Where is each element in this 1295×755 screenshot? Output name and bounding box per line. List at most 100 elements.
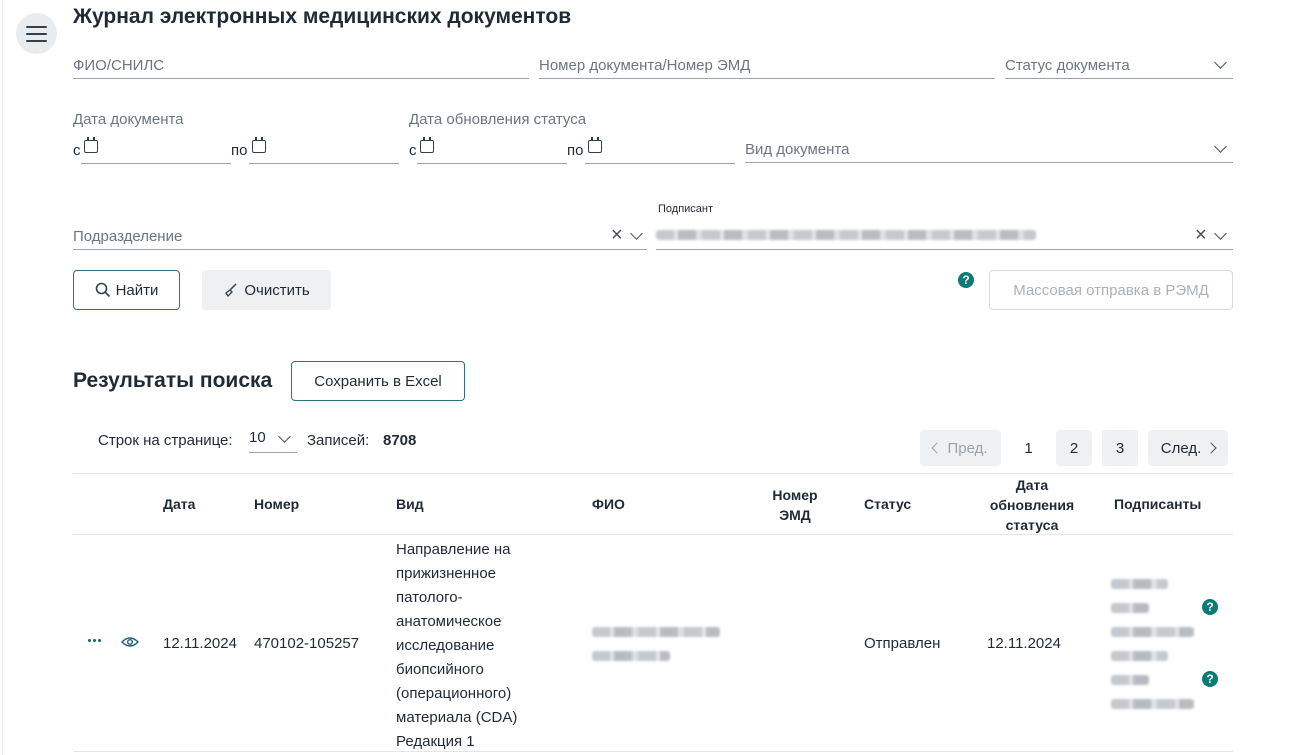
doc-date-to-prefix: по — [231, 142, 248, 159]
clear-button[interactable]: Очистить — [202, 270, 331, 310]
rows-per-page-select[interactable]: 10 — [249, 428, 297, 453]
row-signer-redacted — [1111, 699, 1194, 709]
status-date-label: Дата обновления статуса — [409, 111, 587, 128]
chevron-left-icon — [931, 442, 944, 454]
next-page-button[interactable]: След. — [1148, 430, 1228, 466]
broom-icon — [225, 283, 237, 298]
more-dots-icon[interactable] — [88, 636, 104, 644]
header-signers[interactable]: Подписанты — [1114, 494, 1201, 514]
chevron-right-icon — [1205, 442, 1217, 454]
page-button-3[interactable]: 3 — [1102, 430, 1138, 466]
doc-date-to-input[interactable] — [249, 137, 399, 164]
row-status-date: 12.11.2024 — [987, 635, 1061, 652]
fio-input[interactable]: ФИО/СНИЛС — [73, 50, 529, 79]
records-count: 8708 — [383, 432, 417, 449]
chevron-down-icon — [1214, 140, 1227, 153]
rows-per-page-label: Строк на странице: — [98, 432, 233, 449]
export-excel-button[interactable]: Сохранить в Excel — [291, 361, 465, 401]
status-date-to-prefix: по — [567, 142, 584, 159]
close-icon[interactable]: × — [611, 225, 623, 245]
calendar-icon[interactable] — [84, 137, 98, 153]
status-select[interactable]: Статус документа — [1005, 50, 1233, 79]
row-status: Отправлен — [864, 635, 941, 652]
row-date: 12.11.2024 — [163, 635, 237, 652]
calendar-icon[interactable] — [252, 137, 266, 153]
table-row-border — [73, 751, 1233, 752]
row-type-line: прижизненное — [396, 565, 497, 582]
prev-page-button[interactable]: Пред. — [920, 430, 1001, 466]
chevron-down-icon — [1214, 227, 1227, 240]
row-type: Направление на прижизненное патолого- ан… — [396, 538, 566, 754]
search-button-label: Найти — [115, 281, 159, 299]
rows-per-page-value: 10 — [249, 429, 266, 446]
row-type-line: материала (CDA) — [396, 709, 518, 726]
signer-label: Подписант — [658, 203, 714, 215]
status-date-to-input[interactable] — [585, 137, 735, 164]
header-status-date[interactable]: Дата обновления статуса — [980, 475, 1084, 535]
header-status-date-line1: Дата — [1015, 477, 1049, 493]
table-top-border — [73, 473, 1233, 474]
page-button-2[interactable]: 2 — [1056, 430, 1092, 466]
header-status-date-line3: статуса — [1005, 517, 1059, 533]
eye-icon[interactable] — [121, 636, 139, 648]
header-status[interactable]: Статус — [864, 494, 911, 514]
row-type-line: Направление на — [396, 541, 511, 558]
search-button[interactable]: Найти — [73, 270, 180, 310]
status-date-from-input[interactable] — [417, 137, 567, 164]
header-emd-number[interactable]: Номер ЭМД — [755, 485, 835, 525]
doc-type-select[interactable]: Вид документа — [745, 134, 1233, 163]
next-page-label: След. — [1160, 439, 1202, 457]
row-type-line: патолого- — [396, 589, 463, 606]
row-signer-redacted — [1111, 603, 1149, 613]
doc-number-placeholder: Номер документа/Номер ЭМД — [539, 57, 751, 74]
row-type-line: (операционного) — [396, 685, 512, 702]
chevron-down-icon — [278, 430, 291, 443]
header-fio[interactable]: ФИО — [592, 494, 625, 514]
status-placeholder: Статус документа — [1005, 57, 1130, 74]
page-button-1[interactable]: 1 — [1011, 430, 1046, 466]
export-excel-label: Сохранить в Excel — [314, 372, 442, 390]
help-icon[interactable]: ? — [958, 272, 974, 288]
header-emd-number-line2: ЭМД — [779, 507, 811, 523]
calendar-icon[interactable] — [588, 137, 602, 153]
department-select[interactable]: Подразделение × — [73, 221, 647, 250]
row-fio-redacted — [592, 627, 720, 637]
records-label: Записей: — [307, 432, 370, 449]
header-date[interactable]: Дата — [163, 494, 195, 514]
status-date-from-prefix: с — [409, 142, 417, 159]
signer-select[interactable]: × — [656, 221, 1233, 250]
left-border — [2, 0, 3, 755]
department-placeholder: Подразделение — [73, 228, 183, 245]
table-header-border — [73, 534, 1233, 535]
row-number: 470102-105257 — [254, 635, 360, 652]
close-icon[interactable]: × — [1195, 225, 1207, 245]
calendar-icon[interactable] — [420, 137, 434, 153]
row-type-line: биопсийного — [396, 661, 484, 678]
clear-button-label: Очистить — [244, 281, 310, 299]
doc-date-from-input[interactable] — [81, 137, 231, 164]
mass-send-button[interactable]: Массовая отправка в РЭМД — [989, 270, 1233, 310]
page-title: Журнал электронных медицинских документо… — [73, 5, 572, 28]
help-icon[interactable]: ? — [1202, 671, 1218, 687]
row-type-line: анатомическое — [396, 613, 502, 630]
mass-send-button-label: Массовая отправка в РЭМД — [1013, 281, 1209, 299]
row-signer-redacted — [1111, 651, 1168, 661]
results-title: Результаты поиска — [73, 369, 273, 392]
row-fio-redacted — [592, 651, 670, 661]
header-number[interactable]: Номер — [254, 494, 299, 514]
fio-placeholder: ФИО/СНИЛС — [73, 57, 165, 74]
menu-icon[interactable] — [16, 13, 57, 54]
search-icon — [95, 282, 110, 298]
help-icon[interactable]: ? — [1202, 599, 1218, 615]
header-emd-number-line1: Номер — [772, 487, 818, 503]
row-signer-redacted — [1111, 675, 1149, 685]
doc-number-input[interactable]: Номер документа/Номер ЭМД — [539, 50, 995, 79]
header-status-date-line2: обновления — [989, 497, 1075, 513]
doc-date-from-prefix: с — [73, 142, 81, 159]
prev-page-label: Пред. — [947, 439, 988, 457]
header-type[interactable]: Вид — [396, 494, 424, 514]
doc-date-label: Дата документа — [73, 111, 184, 128]
row-signer-redacted — [1111, 627, 1194, 637]
doc-type-placeholder: Вид документа — [745, 141, 850, 158]
chevron-down-icon — [630, 227, 643, 240]
